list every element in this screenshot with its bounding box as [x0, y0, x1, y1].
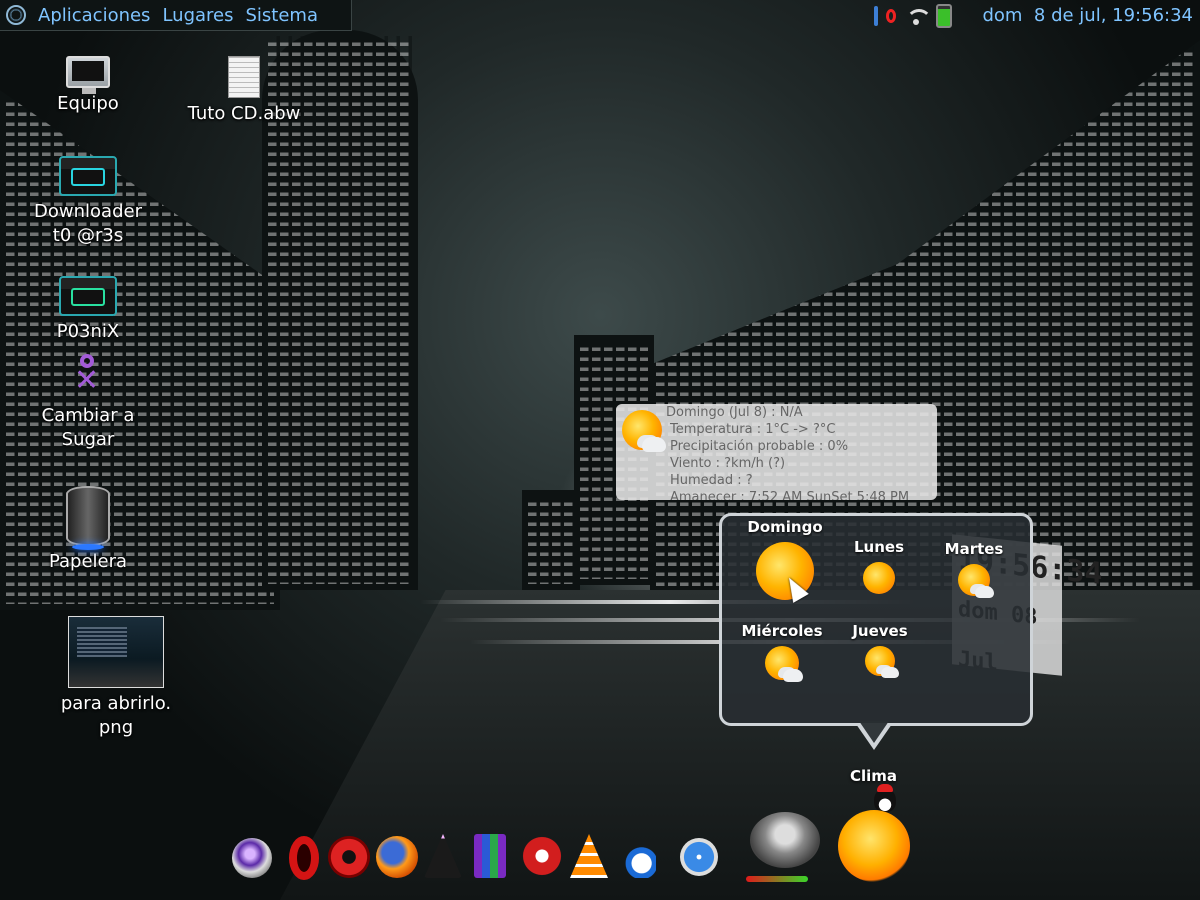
firefox-icon[interactable]	[376, 836, 418, 878]
forecast-day-jueves[interactable]: Jueves	[840, 622, 920, 678]
forecast-day-lunes[interactable]: Lunes	[840, 538, 918, 594]
sunny-icon	[863, 562, 895, 594]
speaker-icon[interactable]	[750, 812, 820, 868]
partly-cloudy-icon	[622, 410, 666, 452]
opera-icon[interactable]	[886, 8, 897, 23]
tooltip-line: Amanecer : 7:52 AM SunSet 5:48 PM	[670, 490, 910, 500]
ubuntu-software-icon[interactable]	[328, 836, 370, 878]
forecast-day-name: Miércoles	[741, 622, 823, 640]
blogger-icon[interactable]	[620, 836, 656, 878]
panel-clock[interactable]: dom 8 de jul, 19:56:34	[982, 5, 1193, 26]
desktop-icon-papelera[interactable]: Papelera	[28, 486, 148, 574]
trash-icon	[66, 486, 110, 550]
menu-aplicaciones[interactable]: Aplicaciones	[38, 5, 150, 26]
ccleaner-icon[interactable]	[520, 834, 564, 878]
folder-icon	[59, 156, 117, 196]
desktop-icon-sugar[interactable]: Cambiar a Sugar	[28, 354, 148, 452]
bluetooth-icon[interactable]	[874, 5, 879, 26]
partly-cloudy-icon	[865, 646, 899, 678]
weather-forecast-popup: Domingo Lunes Martes Miércoles Jueves	[719, 513, 1033, 726]
desktop-icon-equipo[interactable]: Equipo	[28, 56, 148, 116]
desktop-icon-label: P03niX	[56, 321, 120, 342]
tooltip-line: Temperatura : 1°C -> ?°C	[670, 422, 836, 437]
popup-pointer	[856, 721, 892, 750]
desktop-icon-tuto-cd[interactable]: Tuto CD.abw	[184, 56, 304, 126]
desktop-icon-screenshot-png[interactable]: para abrirlo. png	[56, 616, 176, 740]
tooltip-line: Viento : ?km/h (?)	[670, 456, 786, 471]
menu-sistema[interactable]: Sistema	[246, 5, 319, 26]
forecast-day-name: Martes	[944, 540, 1004, 558]
desktop-icon-label: Equipo	[57, 93, 119, 114]
winrar-icon[interactable]	[474, 834, 506, 878]
partly-cloudy-icon	[765, 646, 803, 682]
weather-tooltip: Domingo (Jul 8) : N/A Temperatura : 1°C …	[616, 404, 937, 500]
tooltip-line: Domingo (Jul 8) : N/A	[666, 405, 803, 420]
desktop-icon-label: para abrirlo. png	[60, 693, 172, 738]
weather-sun-icon[interactable]	[838, 810, 910, 882]
desktop-icon-label: Papelera	[48, 551, 128, 572]
wifi-icon[interactable]	[904, 7, 933, 25]
top-panel-menubar: Aplicaciones Lugares Sistema	[0, 0, 352, 31]
safari-icon[interactable]	[680, 838, 718, 876]
sugar-icon	[68, 354, 108, 400]
computer-icon	[66, 56, 110, 94]
partly-cloudy-icon	[958, 564, 994, 598]
forecast-day-name: Jueves	[852, 622, 908, 640]
desktop-icon-downloader[interactable]: Downloader t0 @r3s	[28, 156, 148, 248]
forecast-day-name: Lunes	[853, 538, 905, 556]
distro-logo-icon[interactable]	[6, 5, 26, 25]
volume-level-bar	[746, 876, 808, 882]
pidgin-icon[interactable]	[232, 838, 272, 878]
tooltip-line: Precipitación probable : 0%	[670, 439, 849, 454]
forecast-day-name: Domingo	[747, 518, 823, 536]
desktop-icon-label: Downloader t0 @r3s	[34, 201, 142, 246]
menu-lugares[interactable]: Lugares	[162, 5, 233, 26]
battery-icon[interactable]	[936, 3, 953, 28]
forecast-day-miercoles[interactable]: Miércoles	[732, 622, 832, 682]
desktop-icon-p03nix[interactable]: P03niX	[28, 276, 148, 344]
desktop-icon-label: Cambiar a Sugar	[41, 405, 135, 450]
opera-icon[interactable]	[289, 836, 319, 880]
building-small	[522, 490, 580, 590]
home-folder-icon	[59, 276, 117, 316]
document-icon	[228, 56, 260, 98]
forecast-day-martes[interactable]: Martes	[932, 540, 1016, 598]
dock-tooltip-label: Clima	[850, 767, 898, 785]
tooltip-line: Humedad : ?	[670, 473, 753, 488]
penguin-icon	[874, 784, 896, 812]
desktop-icon-label: Tuto CD.abw	[187, 103, 301, 124]
image-thumbnail-icon	[68, 616, 164, 688]
top-panel-tray: dom 8 de jul, 19:56:34	[874, 0, 1200, 31]
